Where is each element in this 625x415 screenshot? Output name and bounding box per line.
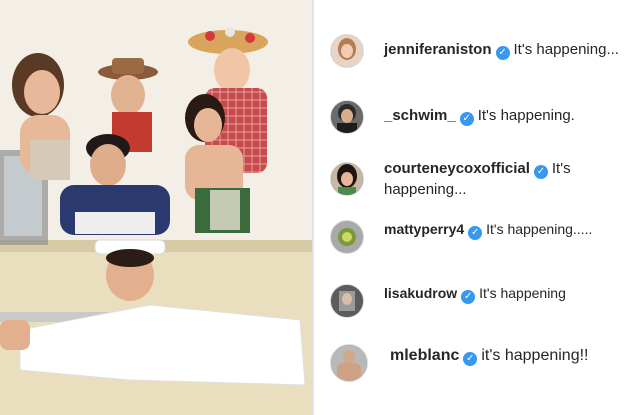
username[interactable]: courteneycoxofficial (384, 160, 530, 177)
comment-message: It's happening. (477, 107, 575, 124)
verified-badge-icon: ✓ (461, 290, 476, 304)
username[interactable]: mleblanc (390, 347, 459, 364)
comment-row: mleblanc ✓ it's happening!! (314, 342, 625, 386)
verified-badge-icon: ✓ (533, 165, 548, 179)
comment-message: It's happening... (513, 41, 619, 58)
avatar[interactable] (330, 284, 364, 318)
comment-text: mleblanc ✓ it's happening!! (390, 345, 619, 366)
username[interactable]: mattyperry4 (384, 221, 464, 237)
username[interactable]: lisakudrow (384, 285, 457, 301)
comment-row: jenniferaniston ✓ It's happening... (314, 30, 625, 70)
verified-badge-icon: ✓ (459, 112, 474, 126)
photo-illustration (0, 0, 312, 415)
comment-text: courteneycoxofficial ✓ It's happening... (384, 158, 619, 200)
avatar[interactable] (330, 344, 368, 382)
verified-badge-icon: ✓ (463, 352, 478, 366)
comment-row: courteneycoxofficial ✓ It's happening... (314, 158, 625, 202)
comment-feed: jenniferaniston ✓ It's happening... _schwi… (314, 0, 625, 415)
avatar[interactable] (330, 100, 364, 134)
comment-message: it's happening!! (481, 347, 589, 364)
verified-badge-icon: ✓ (468, 226, 483, 240)
avatar[interactable] (330, 162, 364, 196)
avatar[interactable] (330, 220, 364, 254)
comment-message: It's happening..... (486, 221, 593, 237)
comment-text: mattyperry4 ✓ It's happening..... (384, 219, 619, 240)
username[interactable]: _schwim_ (384, 107, 456, 124)
comment-text: jenniferaniston ✓ It's happening... (384, 39, 619, 60)
comment-text: _schwim_ ✓ It's happening. (384, 105, 619, 126)
screenshot-collage: jenniferaniston ✓ It's happening... _schwi… (0, 0, 625, 415)
comment-text: lisakudrow ✓ It's happening (384, 283, 619, 304)
comment-row: lisakudrow ✓ It's happening (314, 282, 625, 322)
comment-row: _schwim_ ✓ It's happening. (314, 94, 625, 138)
avatar[interactable] (330, 34, 364, 68)
promo-photo (0, 0, 312, 415)
username[interactable]: jenniferaniston (384, 41, 492, 58)
verified-badge-icon: ✓ (495, 46, 510, 60)
comment-message: It's happening (479, 285, 566, 301)
comment-row: mattyperry4 ✓ It's happening..... (314, 218, 625, 258)
